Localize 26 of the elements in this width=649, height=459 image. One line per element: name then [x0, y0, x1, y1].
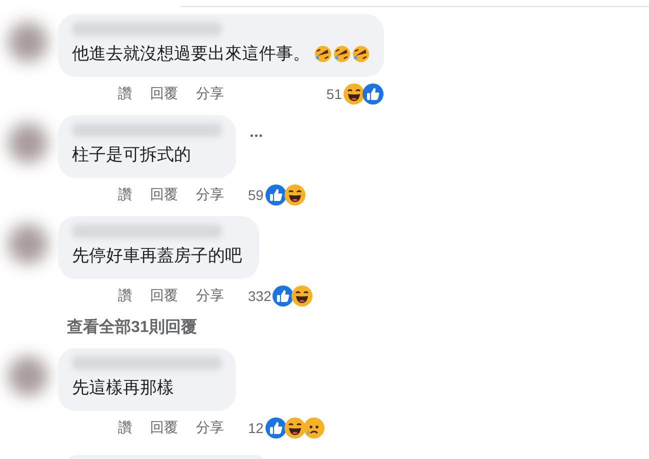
comment-action-link[interactable]: 讚 — [118, 186, 132, 204]
reaction-count: 332 — [247, 288, 272, 304]
comment-action-link[interactable]: 讚 — [118, 287, 132, 305]
comment-text: 柱子是可拆式的 — [72, 144, 191, 166]
comment-action-link[interactable]: 回覆 — [150, 287, 178, 305]
reaction-count: 51 — [325, 86, 342, 102]
comment-action-link[interactable]: 分享 — [196, 419, 224, 437]
blurred-avatar — [8, 123, 48, 163]
blurred-avatar — [8, 22, 48, 62]
comment-action-link[interactable]: 讚 — [118, 419, 132, 437]
comment-text: 先這樣再那樣 — [72, 377, 174, 399]
comment-action-link[interactable]: 回覆 — [150, 85, 178, 103]
comment-action-link[interactable]: 分享 — [196, 85, 224, 103]
comment-text: 先停好車再蓋房子的吧 — [72, 245, 242, 267]
reaction-count: 12 — [247, 420, 264, 436]
comment-action-link[interactable]: 分享 — [196, 287, 224, 305]
comment-action-link[interactable]: 回覆 — [150, 419, 178, 437]
comment-action-link[interactable]: 回覆 — [150, 186, 178, 204]
comment-action-link[interactable]: 讚 — [118, 85, 132, 103]
reaction-count: 59 — [247, 187, 264, 203]
view-all-replies-link[interactable]: 查看全部31則回覆 — [0, 317, 649, 338]
blurred-avatar — [8, 356, 48, 396]
comment-text: 他進去就沒想過要出來這件事。 — [72, 43, 310, 65]
comment-action-link[interactable]: 分享 — [196, 186, 224, 204]
blurred-avatar — [8, 224, 48, 264]
more-options-button[interactable]: ••• — [250, 131, 264, 142]
